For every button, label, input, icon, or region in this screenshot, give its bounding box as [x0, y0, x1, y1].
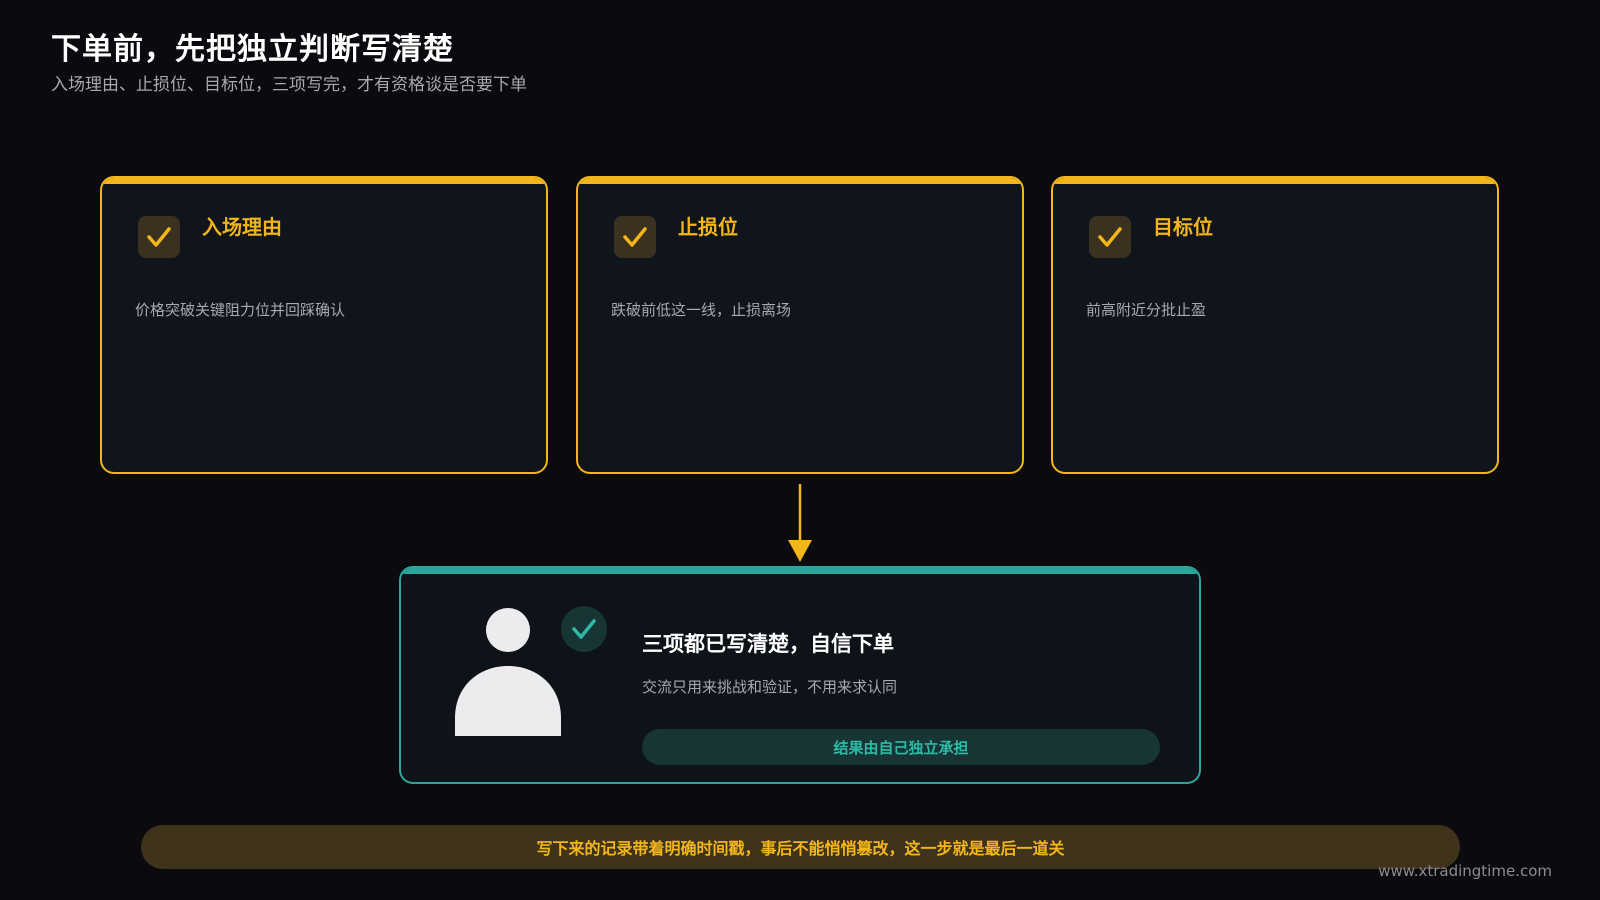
card-description: 价格突破关键阻力位并回踩确认 — [135, 301, 346, 319]
card-description: 前高附近分批止盈 — [1086, 301, 1207, 319]
card-top-accent — [1053, 178, 1497, 184]
result-description: 交流只用来挑战和验证，不用来求认同 — [642, 678, 898, 696]
arrow-down-icon — [788, 484, 812, 562]
watermark: www.xtradingtime.com — [1378, 862, 1552, 880]
check-icon — [1089, 216, 1131, 258]
card-title: 目标位 — [1153, 215, 1213, 239]
check-icon — [138, 216, 180, 258]
card-title: 止损位 — [678, 215, 738, 239]
card-entry-reason: 入场理由 价格突破关键阻力位并回踩确认 — [100, 176, 548, 474]
card-stop-loss: 止损位 跌破前低这一线，止损离场 — [576, 176, 1024, 474]
card-title: 入场理由 — [202, 215, 282, 239]
result-top-accent — [401, 568, 1199, 574]
bottom-banner: 写下来的记录带着明确时间戳，事后不能悄悄篡改，这一步就是最后一道关 — [141, 825, 1460, 869]
page-title: 下单前，先把独立判断写清楚 — [51, 32, 454, 67]
card-top-accent — [102, 178, 546, 184]
result-panel: 三项都已写清楚，自信下单 交流只用来挑战和验证，不用来求认同 结果由自己独立承担 — [399, 566, 1201, 784]
result-pill: 结果由自己独立承担 — [642, 729, 1160, 765]
card-top-accent — [578, 178, 1022, 184]
card-target: 目标位 前高附近分批止盈 — [1051, 176, 1499, 474]
card-description: 跌破前低这一线，止损离场 — [611, 301, 792, 319]
slide: 下单前，先把独立判断写清楚 入场理由、止损位、目标位，三项写完，才有资格谈是否要… — [0, 0, 1600, 900]
check-circle-icon — [561, 606, 607, 652]
person-icon — [455, 608, 561, 736]
check-icon — [614, 216, 656, 258]
result-title: 三项都已写清楚，自信下单 — [642, 632, 894, 656]
page-subtitle: 入场理由、止损位、目标位，三项写完，才有资格谈是否要下单 — [51, 75, 527, 95]
